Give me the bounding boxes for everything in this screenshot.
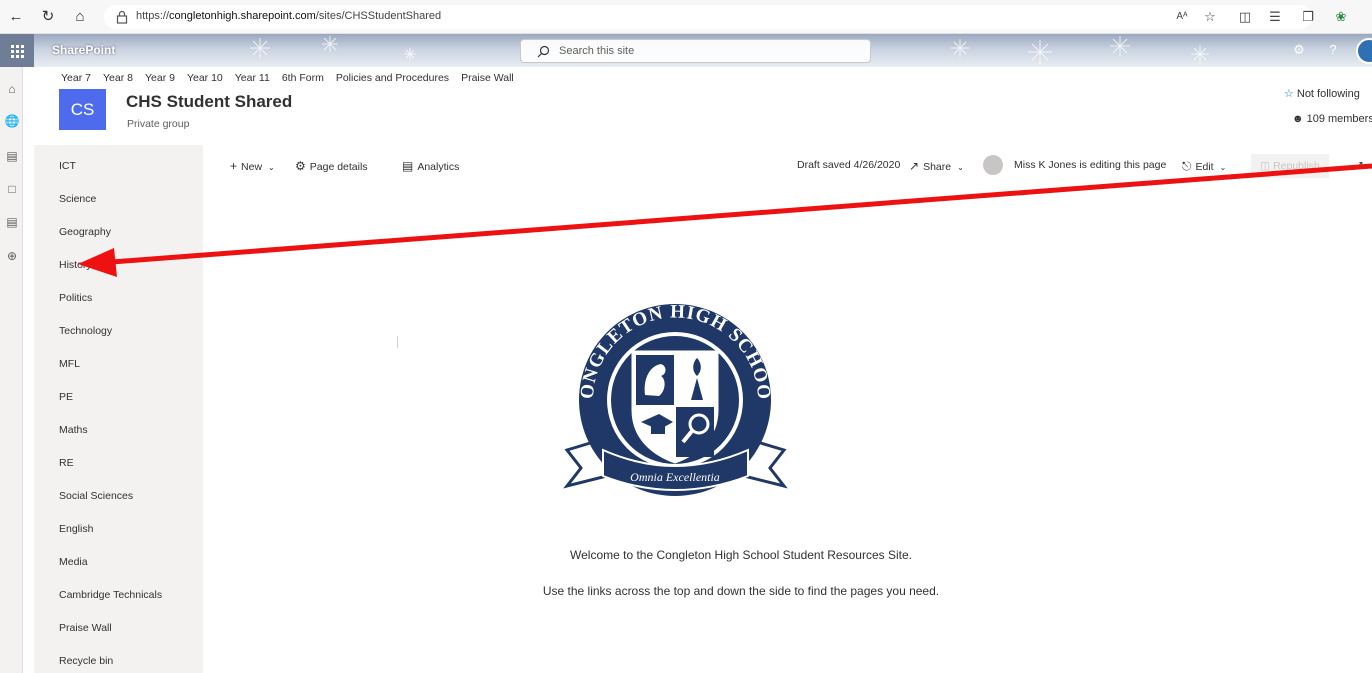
edit-label: Edit [1195, 161, 1214, 173]
nav-item-history[interactable]: History [59, 259, 92, 271]
search-placeholder: Search this site [559, 45, 635, 57]
help-icon[interactable]: ? [1326, 42, 1340, 60]
left-navigation: ICT Science Geography History Politics T… [34, 145, 203, 673]
person-icon: ☻ [1292, 113, 1304, 125]
hub-link-6th-form[interactable]: 6th Form [282, 72, 324, 84]
favorites-list-icon[interactable]: ☰ [1266, 8, 1284, 26]
hub-link-year-7[interactable]: Year 7 [61, 72, 91, 84]
analytics-button[interactable]: ▤ Analytics [402, 159, 459, 173]
create-plus-icon[interactable]: ⊕ [4, 248, 20, 264]
search-icon [537, 45, 550, 58]
nav-item-pe[interactable]: PE [59, 391, 73, 403]
nav-item-re[interactable]: RE [59, 457, 74, 469]
file-icon[interactable]: □ [4, 181, 20, 197]
nav-item-mfl[interactable]: MFL [59, 358, 80, 370]
divider [397, 336, 398, 348]
expand-icon[interactable]: ↗ [1355, 159, 1364, 171]
nav-item-geography[interactable]: Geography [59, 226, 111, 238]
nav-item-media[interactable]: Media [59, 556, 88, 568]
nav-item-ict[interactable]: ICT [59, 160, 76, 172]
share-button[interactable]: ↗ Share ⌄ [909, 159, 964, 173]
editing-status: Miss K Jones is editing this page [1014, 159, 1167, 171]
suite-bar: SharePoint Search this site ⚙ ? [0, 34, 1372, 67]
extension-icon[interactable]: ❀ [1332, 8, 1350, 26]
nav-item-maths[interactable]: Maths [59, 424, 88, 436]
site-logo[interactable]: CS [59, 89, 106, 130]
command-bar: + New ⌄ ⚙ Page details ▤ Analytics Draft sav… [203, 148, 1372, 184]
lock-icon [116, 10, 128, 24]
hub-link-year-11[interactable]: Year 11 [235, 72, 270, 84]
follow-label: Not following [1296, 88, 1360, 100]
new-label: New [241, 161, 263, 173]
share-icon: ↗ [909, 159, 920, 173]
url-prefix: https:// [136, 10, 170, 22]
follow-button[interactable]: ☆ Not following [1284, 87, 1360, 100]
page-details-label: Page details [309, 161, 368, 173]
nav-item-cambridge-technicals[interactable]: Cambridge Technicals [59, 589, 162, 601]
nav-item-science[interactable]: Science [59, 193, 96, 205]
favorite-star-icon[interactable]: ☆ [1201, 8, 1219, 26]
school-crest-logo: CONGLETON HIGH SCHOOL Omnia Excellentia [563, 300, 788, 496]
chevron-down-icon: ⌄ [268, 163, 275, 172]
analytics-chart-icon: ▤ [402, 159, 414, 173]
back-arrow-icon[interactable]: ← [6, 7, 26, 27]
browser-toolbar: ← ↻ ⌂ https://congletonhigh.sharepoint.c… [0, 0, 1372, 34]
collections-icon[interactable]: ❐ [1299, 8, 1317, 26]
nav-item-politics[interactable]: Politics [59, 292, 92, 304]
editor-avatar [983, 155, 1003, 175]
edit-button[interactable]: ⎋ Edit ⌄ [1182, 159, 1226, 174]
site-privacy-label: Private group [127, 118, 190, 130]
globe-icon[interactable]: 🌐 [4, 113, 20, 129]
app-rail: ⌂ 🌐 ▤ □ ▤ ⊕ [0, 67, 23, 673]
share-label: Share [923, 161, 952, 173]
republish-button[interactable]: ◫ Republish [1251, 154, 1329, 178]
address-bar[interactable]: https://congletonhigh.sharepoint.com/sit… [104, 5, 1312, 29]
page-canvas: CONGLETON HIGH SCHOOL Omnia Excellentia … [203, 184, 1372, 673]
sharepoint-app-name[interactable]: SharePoint [52, 43, 115, 57]
read-aloud-icon[interactable]: Aᴬ [1173, 8, 1191, 26]
members-button[interactable]: ☻ 109 members [1292, 113, 1372, 125]
welcome-text: Welcome to the Congleton High School Stu… [570, 548, 912, 562]
chevron-down-icon: ⌄ [957, 163, 964, 172]
hub-link-year-10[interactable]: Year 10 [187, 72, 223, 84]
draft-status: Draft saved 4/26/2020 [797, 159, 901, 171]
republish-icon: ◫ [1260, 160, 1274, 172]
nav-item-technology[interactable]: Technology [59, 325, 112, 337]
nav-item-praise-wall[interactable]: Praise Wall [59, 622, 112, 634]
url-host: congletonhigh.sharepoint.com [169, 10, 316, 22]
analytics-label: Analytics [417, 161, 460, 173]
plus-icon: + [230, 159, 238, 173]
search-input[interactable]: Search this site [520, 39, 871, 63]
hub-link-year-8[interactable]: Year 8 [103, 72, 133, 84]
news-icon[interactable]: ▤ [4, 148, 20, 164]
nav-item-recycle-bin[interactable]: Recycle bin [59, 655, 113, 667]
home-icon[interactable]: ⌂ [70, 7, 90, 27]
nav-item-english[interactable]: English [59, 523, 93, 535]
star-icon: ☆ [1284, 88, 1294, 100]
instructions-text: Use the links across the top and down th… [542, 584, 940, 598]
nav-item-social-sciences[interactable]: Social Sciences [59, 490, 133, 502]
hub-link-praise-wall[interactable]: Praise Wall [461, 72, 514, 84]
site-title[interactable]: CHS Student Shared [126, 92, 292, 112]
split-screen-icon[interactable]: ◫ [1236, 8, 1254, 26]
url-path: /sites/CHSStudentShared [315, 10, 442, 22]
new-button[interactable]: + New ⌄ [230, 159, 275, 173]
hub-link-policies[interactable]: Policies and Procedures [336, 72, 449, 84]
hub-link-year-9[interactable]: Year 9 [145, 72, 175, 84]
lists-icon[interactable]: ▤ [4, 214, 20, 230]
chevron-down-icon: ⌄ [1219, 163, 1227, 172]
crest-motto-text: Omnia Excellentia [630, 470, 720, 484]
url-text[interactable]: https://congletonhigh.sharepoint.com/sit… [136, 10, 441, 22]
gear-icon: ⚙ [295, 159, 306, 173]
hub-navigation: Year 7 Year 8 Year 9 Year 10 Year 11 6th Form… [61, 70, 526, 84]
settings-gear-icon[interactable]: ⚙ [1290, 42, 1308, 60]
republish-label: Republish [1273, 160, 1320, 172]
lock-icon: ⎋ [1182, 159, 1192, 173]
page-details-button[interactable]: ⚙ Page details [295, 159, 368, 173]
home-icon[interactable]: ⌂ [4, 81, 20, 97]
members-label: 109 members [1306, 113, 1372, 125]
app-launcher-waffle-icon[interactable] [0, 34, 34, 67]
refresh-icon[interactable]: ↻ [38, 7, 58, 27]
